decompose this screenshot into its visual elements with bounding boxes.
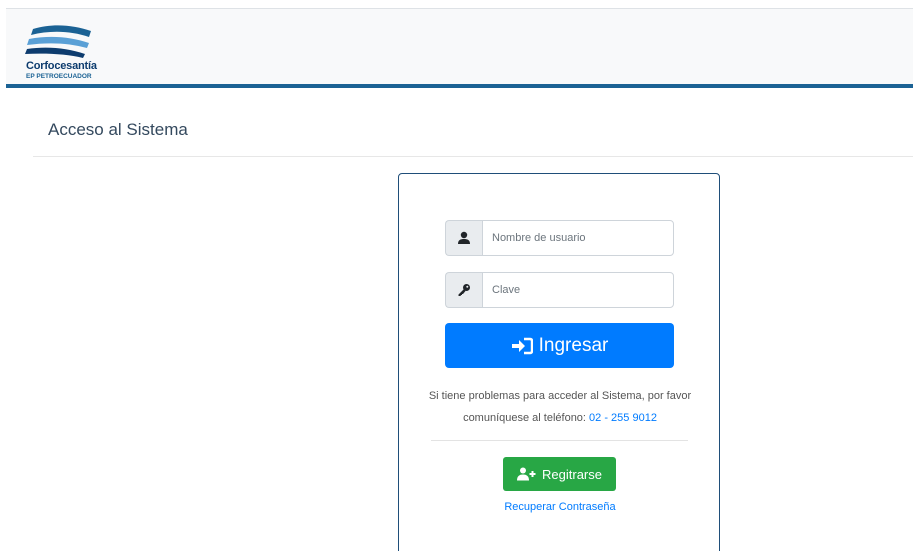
key-icon <box>458 284 470 296</box>
user-icon <box>458 231 470 244</box>
logo-subtitle: EP PETROECUADOR <box>26 73 92 80</box>
login-card: Ingresar Si tiene problemas para acceder… <box>398 173 720 551</box>
password-input[interactable] <box>482 272 674 308</box>
help-text: Si tiene problemas para acceder al Siste… <box>417 385 703 429</box>
logo-waves-icon <box>25 25 91 58</box>
user-plus-icon <box>517 467 536 481</box>
card-divider <box>431 440 688 441</box>
sign-in-icon <box>511 337 533 354</box>
username-addon <box>445 220 482 256</box>
register-button-label: Regitrarse <box>542 466 602 482</box>
title-divider <box>33 156 913 157</box>
register-button[interactable]: Regitrarse <box>503 457 616 491</box>
password-addon <box>445 272 482 308</box>
username-input[interactable] <box>482 220 674 256</box>
corfocesantia-logo: Corfocesantía EP PETROECUADOR <box>23 23 133 83</box>
logo-name: Corfocesantía <box>26 60 97 72</box>
page-title: Acceso al Sistema <box>48 120 188 139</box>
username-group <box>445 220 674 256</box>
app-header: Corfocesantía EP PETROECUADOR <box>6 8 913 88</box>
recover-password-link[interactable]: Recuperar Contraseña <box>399 501 721 513</box>
header-divider <box>6 84 913 88</box>
password-group <box>445 272 674 308</box>
login-button-label: Ingresar <box>538 334 609 356</box>
help-phone[interactable]: 02 - 255 9012 <box>589 412 657 424</box>
login-button[interactable]: Ingresar <box>445 323 674 368</box>
